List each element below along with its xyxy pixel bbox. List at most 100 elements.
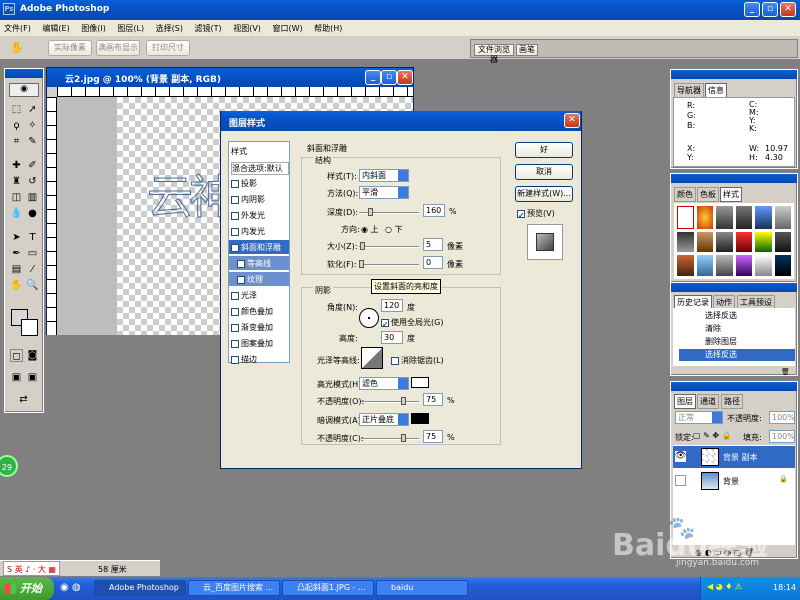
shadow-opacity-input[interactable]: 75: [423, 430, 443, 443]
healing-brush-icon[interactable]: ✚: [10, 159, 23, 172]
tab-channels[interactable]: 通道: [697, 394, 719, 409]
quickmask-mode-icon[interactable]: ◙: [26, 349, 39, 362]
opacity-input[interactable]: 100%: [769, 411, 795, 424]
tab-styles[interactable]: 样式: [720, 187, 742, 202]
style-item-inner-glow[interactable]: 内发光: [231, 226, 265, 237]
menu-filter[interactable]: 滤镜(T): [195, 24, 222, 33]
tab-navigator[interactable]: 导航器: [674, 83, 704, 98]
lock-icons[interactable]: ▢ ✎ ✥ 🔒: [693, 431, 732, 440]
tab-paths[interactable]: 路径: [721, 394, 743, 409]
menu-image[interactable]: 图像(I): [81, 24, 106, 33]
technique-select[interactable]: 平滑: [359, 186, 409, 199]
style-item-satin[interactable]: 光泽: [231, 290, 257, 301]
highlight-opacity-input[interactable]: 75: [423, 393, 443, 406]
style-item-gradient-overlay[interactable]: 渐变叠加: [231, 322, 273, 333]
hand-tool-icon[interactable]: ✋: [10, 41, 24, 54]
quicklaunch-icons[interactable]: ◉ ◍: [60, 582, 81, 593]
layer-name[interactable]: 背景 副本: [723, 452, 758, 463]
history-brush-icon[interactable]: ↺: [26, 175, 39, 188]
crop-tool-icon[interactable]: ⌗: [10, 135, 23, 148]
dodge-tool-icon[interactable]: ●: [26, 207, 39, 220]
eyedropper-icon[interactable]: ⁄: [26, 263, 39, 276]
lasso-tool-icon[interactable]: ϙ: [10, 119, 23, 132]
size-slider[interactable]: [359, 242, 419, 250]
menu-edit[interactable]: 编辑(E): [42, 24, 69, 33]
history-item-active[interactable]: 选择反选: [679, 349, 795, 361]
shadow-opacity-thumb[interactable]: [401, 434, 406, 442]
shadow-color-swatch[interactable]: [411, 413, 429, 424]
angle-input[interactable]: 120: [381, 299, 403, 312]
doc-maximize-button[interactable]: ▫: [381, 70, 397, 85]
history-trash-icon[interactable]: 🗑: [781, 368, 790, 376]
style-item-pattern-overlay[interactable]: 图案叠加: [231, 338, 273, 349]
type-tool-icon[interactable]: T: [26, 231, 39, 244]
highlight-opacity-slider[interactable]: [361, 397, 419, 405]
blur-tool-icon[interactable]: 💧: [10, 207, 23, 220]
blend-mode-select[interactable]: 正常: [675, 411, 723, 424]
style-item-drop-shadow[interactable]: 投影: [231, 178, 257, 189]
cancel-button[interactable]: 取消: [515, 164, 573, 180]
magic-wand-icon[interactable]: ✧: [26, 119, 39, 132]
direction-up-radio[interactable]: ◉ 上: [361, 224, 379, 235]
marquee-tool-icon[interactable]: ⬚: [10, 103, 23, 116]
soften-slider-thumb[interactable]: [359, 260, 364, 268]
fullscreen-mode-icon[interactable]: ▣: [26, 371, 39, 384]
tab-swatches[interactable]: 色板: [697, 187, 719, 202]
history-item[interactable]: 清除: [679, 323, 797, 334]
soften-input[interactable]: 0: [423, 256, 443, 269]
new-style-button[interactable]: 新建样式(W)...: [515, 186, 573, 202]
style-item-color-overlay[interactable]: 颜色叠加: [231, 306, 273, 317]
eraser-tool-icon[interactable]: ◫: [10, 191, 23, 204]
taskbar-item-photoshop[interactable]: Adobe Photoshop: [94, 580, 186, 596]
style-item-blending[interactable]: 混合选项:默认: [231, 162, 289, 175]
soften-slider[interactable]: [359, 260, 419, 268]
actual-pixels-button[interactable]: 实际像素: [48, 40, 92, 56]
menu-select[interactable]: 选择(S): [156, 24, 183, 33]
slice-tool-icon[interactable]: ✎: [26, 135, 39, 148]
shape-tool-icon[interactable]: ▭: [26, 247, 39, 260]
ime-indicator[interactable]: S 英 ♪ · 大 ▦: [3, 561, 61, 576]
tab-color[interactable]: 颜色: [674, 187, 696, 202]
screen-mode-icon[interactable]: ▣: [10, 371, 23, 384]
size-slider-thumb[interactable]: [360, 242, 365, 250]
layer-row-active[interactable]: 👁 背景 副本: [673, 446, 795, 468]
size-input[interactable]: 5: [423, 238, 443, 251]
move-tool-icon[interactable]: ➚: [26, 103, 39, 116]
style-item-inner-shadow[interactable]: 内阴影: [231, 194, 265, 205]
start-button[interactable]: 开始: [0, 577, 54, 600]
minimize-button[interactable]: _: [744, 2, 760, 17]
dialog-close-button[interactable]: ✕: [564, 113, 580, 128]
tab-layers[interactable]: 图层: [674, 394, 696, 409]
tab-brushes[interactable]: 画笔: [516, 44, 538, 56]
direction-down-radio[interactable]: ○ 下: [385, 224, 403, 235]
zoom-tool-icon[interactable]: 🔍: [26, 279, 39, 292]
doc-close-button[interactable]: ✕: [397, 70, 413, 85]
depth-slider[interactable]: [359, 208, 419, 216]
taskbar-item-image[interactable]: 凸起斜面1.JPG - ...: [282, 580, 374, 596]
style-item-styles[interactable]: 样式: [231, 146, 247, 157]
notes-tool-icon[interactable]: ▤: [10, 263, 23, 276]
gloss-contour-picker[interactable]: [361, 347, 383, 369]
style-item-texture[interactable]: 纹理: [229, 272, 289, 286]
gradient-tool-icon[interactable]: ▥: [26, 191, 39, 204]
tab-info[interactable]: 信息: [705, 83, 727, 98]
menu-file[interactable]: 文件(F): [4, 24, 31, 33]
maximize-button[interactable]: ▫: [762, 2, 778, 17]
depth-slider-thumb[interactable]: [368, 208, 373, 216]
menu-window[interactable]: 窗口(W): [272, 24, 302, 33]
angle-dial[interactable]: [359, 308, 379, 328]
preview-checkbox[interactable]: ✓ 预览(V): [517, 208, 555, 220]
tray-icons[interactable]: ◀ ◕ ♦ ⚠: [707, 582, 742, 591]
brush-tool-icon[interactable]: ✐: [26, 159, 39, 172]
doc-minimize-button[interactable]: _: [365, 70, 381, 85]
antialias-checkbox[interactable]: 消除锯齿(L): [391, 355, 444, 366]
style-item-outer-glow[interactable]: 外发光: [231, 210, 265, 221]
history-item[interactable]: 删除图层: [679, 336, 797, 347]
path-select-icon[interactable]: ➤: [10, 231, 23, 244]
layer-row[interactable]: 背景 🔒: [673, 470, 795, 492]
shadow-opacity-slider[interactable]: [361, 434, 419, 442]
highlight-color-swatch[interactable]: [411, 377, 429, 388]
background-color-swatch[interactable]: [21, 319, 38, 336]
style-item-contour[interactable]: 等高线: [229, 256, 289, 270]
fill-input[interactable]: 100%: [769, 430, 795, 443]
